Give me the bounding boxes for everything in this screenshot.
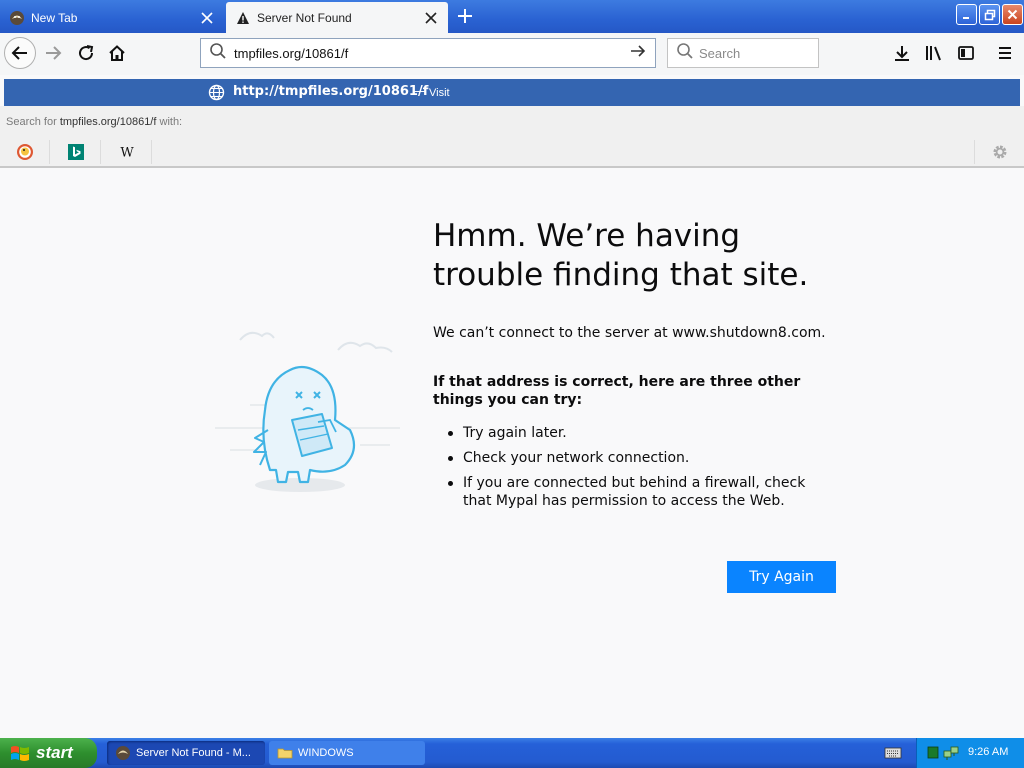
error-title: Hmm. We’re having trouble finding that s… — [433, 218, 809, 293]
minimize-icon — [962, 16, 969, 19]
plus-icon — [458, 9, 472, 23]
suggestion-list: Try again later. Check your network conn… — [447, 424, 827, 517]
tab-label: New Tab — [31, 10, 78, 25]
restore-icon — [984, 9, 995, 20]
go-arrow-icon[interactable] — [629, 42, 649, 64]
start-button[interactable]: start — [0, 738, 97, 768]
tray-status-icon[interactable] — [927, 746, 939, 759]
list-item: If you are connected but behind a firewa… — [447, 474, 827, 510]
close-icon[interactable] — [424, 11, 438, 25]
sidebar-icon — [958, 46, 974, 60]
search-engines-row: W — [0, 136, 1024, 168]
forward-button[interactable] — [42, 42, 64, 64]
taskbar-item-browser[interactable]: Server Not Found - M... — [107, 741, 265, 765]
windows-flag-icon — [11, 746, 29, 761]
minimize-button[interactable] — [956, 4, 977, 25]
arrow-left-icon — [11, 46, 27, 60]
error-description: We can’t connect to the server at www.sh… — [433, 325, 826, 341]
back-button[interactable] — [4, 37, 36, 69]
error-hint: If that address is correct, here are thr… — [433, 374, 801, 408]
clock: 9:26 AM — [968, 746, 1009, 758]
keyboard-icon[interactable] — [884, 746, 902, 760]
title-bar: New Tab Server Not Found — [0, 0, 1024, 33]
search-settings-button[interactable] — [974, 140, 1024, 164]
search-icon — [209, 42, 227, 64]
folder-icon — [277, 748, 293, 759]
close-icon[interactable] — [200, 11, 214, 25]
url-suggestion-row[interactable]: http://tmpfiles.org/10861/f — Visit — [4, 79, 1020, 106]
library-icon — [926, 46, 941, 61]
start-label: start — [36, 743, 73, 762]
arrow-right-icon — [46, 46, 62, 60]
mypal-icon — [9, 10, 25, 26]
url-bar[interactable]: tmpfiles.org/10861/f — [200, 38, 656, 68]
svg-text:W: W — [120, 146, 134, 161]
duckduckgo-icon — [16, 144, 33, 160]
suggestion-separator: — — [413, 84, 426, 99]
gear-icon — [993, 145, 1006, 159]
search-icon — [676, 42, 694, 64]
system-tray: 9:26 AM — [916, 738, 1024, 768]
window-close-button[interactable] — [1002, 4, 1023, 25]
tab-label: Server Not Found — [257, 10, 352, 25]
bing-icon — [67, 144, 84, 160]
globe-icon — [208, 84, 225, 101]
menu-button[interactable] — [994, 42, 1016, 64]
home-icon — [109, 45, 125, 61]
url-input[interactable]: tmpfiles.org/10861/f — [234, 46, 629, 61]
engine-wikipedia-button[interactable]: W — [102, 140, 152, 164]
taskbar-item-windows-folder[interactable]: WINDOWS — [269, 741, 425, 765]
engine-duckduckgo-button[interactable] — [0, 140, 50, 164]
engine-bing-button[interactable] — [51, 140, 101, 164]
list-item: Try again later. — [447, 424, 827, 442]
network-icon[interactable] — [943, 745, 959, 761]
reload-button[interactable] — [75, 42, 97, 64]
dinosaur-illustration-icon — [215, 331, 400, 492]
search-with-label: Search for tmpfiles.org/10861/f with: — [6, 116, 183, 128]
taskbar: start Server Not Found - M... WINDOWS 9:… — [0, 738, 1024, 768]
sidebar-button[interactable] — [955, 42, 977, 64]
suggestion-url: http://tmpfiles.org/10861/f — [233, 84, 429, 99]
tab-server-not-found[interactable]: Server Not Found — [226, 2, 448, 33]
hamburger-icon — [999, 47, 1011, 59]
navigation-toolbar: tmpfiles.org/10861/f Search — [0, 33, 1024, 75]
search-input[interactable]: Search — [699, 46, 740, 61]
list-item: Check your network connection. — [447, 449, 827, 467]
download-icon — [895, 46, 909, 61]
wikipedia-icon: W — [120, 146, 134, 161]
search-bar[interactable]: Search — [667, 38, 819, 68]
taskbar-item-label: WINDOWS — [298, 747, 354, 759]
library-button[interactable] — [923, 42, 945, 64]
restore-button[interactable] — [979, 4, 1000, 25]
try-again-button[interactable]: Try Again — [727, 561, 836, 593]
taskbar-item-label: Server Not Found - M... — [136, 747, 251, 759]
mypal-icon — [116, 746, 130, 760]
warning-icon — [235, 10, 251, 26]
new-tab-button[interactable] — [455, 6, 475, 26]
downloads-button[interactable] — [891, 42, 913, 64]
search-with-row: Search for tmpfiles.org/10861/f with: — [0, 106, 1024, 136]
suggestion-action: Visit — [429, 87, 450, 99]
close-icon — [1007, 9, 1018, 20]
tab-new-tab[interactable]: New Tab — [0, 2, 224, 33]
error-page: Hmm. We’re having trouble finding that s… — [0, 170, 1024, 738]
home-button[interactable] — [106, 42, 128, 64]
reload-icon — [79, 45, 94, 61]
